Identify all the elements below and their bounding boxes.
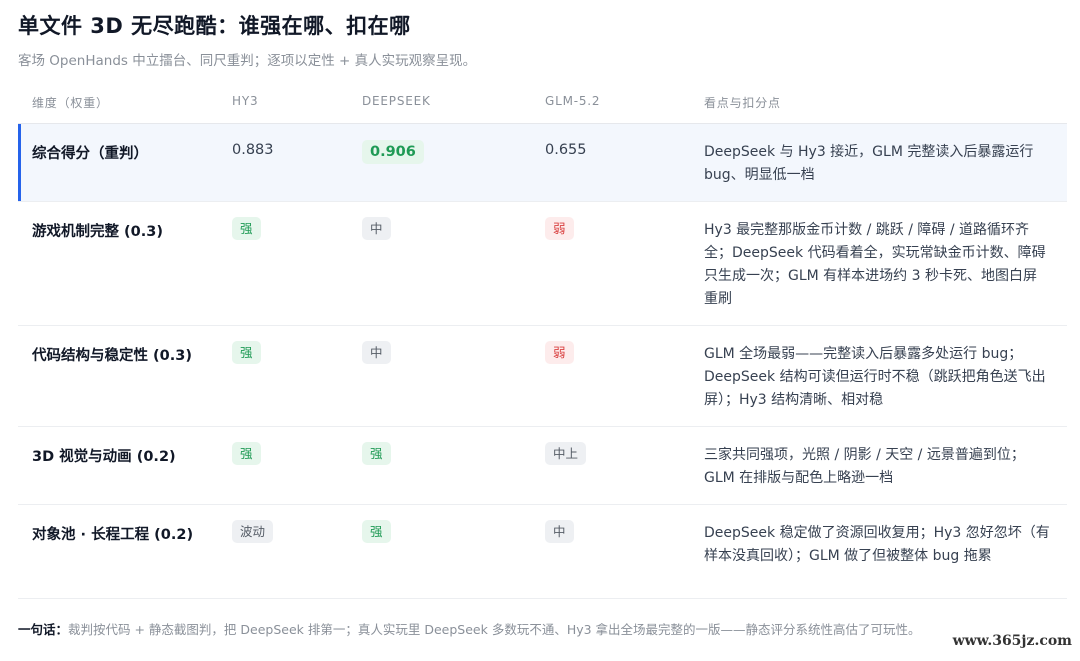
score-deepseek-cell: 0.906 [362,140,424,164]
highlight-bar [18,124,21,201]
summary-text: 裁判按代码 + 静态截图判，把 DeepSeek 排第一；真人实玩里 DeepS… [68,622,921,637]
score-deepseek-best: 0.906 [362,140,424,164]
table-row: 游戏机制完整 (0.3) 强 中 弱 Hy3 最完整那版金币计数 / 跳跃 / … [18,202,1067,326]
row-note: 三家共同强项，光照 / 阴影 / 天空 / 远景普遍到位；GLM 在排版与配色上… [704,447,1025,486]
table-row: 代码结构与稳定性 (0.3) 强 中 弱 GLM 全场最弱——完整读入后暴露多处… [18,326,1067,427]
row-note: DeepSeek 与 Hy3 接近，GLM 完整读入后暴露运行 bug、明显低一… [704,144,1034,183]
hy3-cell: 强 [232,217,261,240]
table-row: 3D 视觉与动画 (0.2) 强 强 中上 三家共同强项，光照 / 阴影 / 天… [18,427,1067,505]
row-dimension: 综合得分（重判） [32,146,148,162]
row-note: Hy3 最完整那版金币计数 / 跳跃 / 障碍 / 道路循环齐全；DeepSee… [704,222,1046,307]
rating-badge: 波动 [232,520,274,543]
row-dimension: 对象池 · 长程工程 (0.2) [32,527,194,543]
header-deepseek: DEEPSEEK [362,94,431,108]
row-dimension: 3D 视觉与动画 (0.2) [32,449,176,465]
glm-cell: 中上 [545,442,587,465]
rating-badge: 弱 [545,217,574,240]
hy3-cell: 强 [232,442,261,465]
rating-badge: 中 [362,341,391,364]
header-notes: 看点与扣分点 [704,96,781,110]
row-dimension: 游戏机制完整 (0.3) [32,224,163,240]
rating-badge: 强 [232,217,261,240]
score-glm: 0.655 [545,142,587,158]
summary-line: 一句话：裁判按代码 + 静态截图判，把 DeepSeek 排第一；真人实玩里 D… [18,619,921,638]
hy3-cell: 强 [232,341,261,364]
summary-label: 一句话： [18,622,69,637]
glm-cell: 弱 [545,341,574,364]
glm-cell: 中 [545,520,574,543]
glm-cell: 弱 [545,217,574,240]
rating-badge: 弱 [545,341,574,364]
rating-badge: 中 [362,217,391,240]
page-subtitle: 客场 OpenHands 中立擂台、同尺重判；逐项以定性 + 真人实玩观察呈现。 [18,53,477,69]
header-glm: GLM-5.2 [545,94,601,108]
table-header: 维度（权重） HY3 DEEPSEEK GLM-5.2 看点与扣分点 [18,82,1067,124]
rating-badge: 强 [232,341,261,364]
rating-badge: 中 [545,520,574,543]
hy3-cell: 波动 [232,520,274,543]
table-row: 对象池 · 长程工程 (0.2) 波动 强 中 DeepSeek 稳定做了资源回… [18,505,1067,581]
header-dimension: 维度（权重） [32,96,109,110]
score-hy3: 0.883 [232,142,274,158]
watermark: www.365jz.com [952,633,1072,649]
row-note: GLM 全场最弱——完整读入后暴露多处运行 bug；DeepSeek 结构可读但… [704,346,1046,408]
summary-divider [18,598,1067,599]
deepseek-cell: 强 [362,520,391,543]
rating-badge: 强 [362,442,391,465]
deepseek-cell: 中 [362,217,391,240]
table-row-overall: 综合得分（重判） 0.883 0.906 0.655 DeepSeek 与 Hy… [18,124,1067,202]
rating-badge: 强 [362,520,391,543]
rating-badge: 中上 [545,442,587,465]
deepseek-cell: 强 [362,442,391,465]
row-note: DeepSeek 稳定做了资源回收复用；Hy3 忽好忽坏（有样本没真回收）；GL… [704,525,1050,564]
rating-badge: 强 [232,442,261,465]
deepseek-cell: 中 [362,341,391,364]
comparison-table: 维度（权重） HY3 DEEPSEEK GLM-5.2 看点与扣分点 综合得分（… [18,82,1067,581]
row-dimension: 代码结构与稳定性 (0.3) [32,348,192,364]
header-hy3: HY3 [232,94,259,108]
page-title: 单文件 3D 无尽跑酷：谁强在哪、扣在哪 [18,14,411,38]
